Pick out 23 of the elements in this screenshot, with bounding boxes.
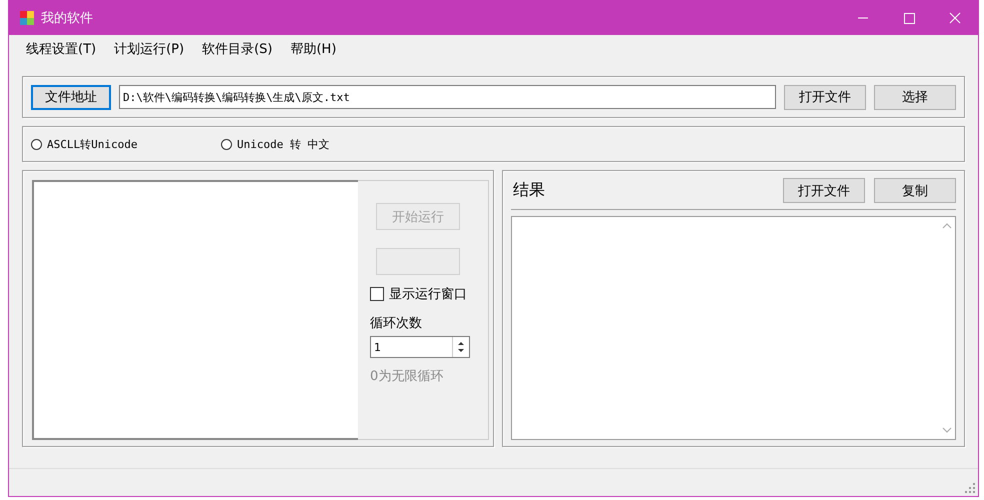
resize-grip-icon[interactable] <box>964 482 976 494</box>
result-action-button[interactable]: 打开文件 <box>783 178 865 203</box>
file-action-button[interactable]: 选择 <box>874 84 956 110</box>
mode-radio[interactable]: Unicode 转 中文 <box>221 136 411 152</box>
path-field[interactable]: D:\软件\编码转换\编码转换\生成\原文.txt <box>119 85 776 109</box>
app-icon <box>19 10 35 26</box>
loop-count-spinner[interactable]: 1 <box>370 336 470 358</box>
scroll-up-icon[interactable] <box>942 222 952 230</box>
file-action-button[interactable]: 打开文件 <box>784 84 866 110</box>
result-title: 结果 <box>512 180 545 201</box>
show-window-checkbox[interactable]: 显示运行窗口 <box>370 285 488 303</box>
menu-item[interactable]: 软件目录(S) <box>193 40 282 58</box>
file-path-button[interactable]: 文件地址 <box>31 84 111 110</box>
window-title: 我的软件 <box>41 10 93 26</box>
loop-hint: 0为无限循环 <box>370 368 444 385</box>
loop-count-label: 循环次数 <box>370 315 423 332</box>
menu-item[interactable]: 线程设置(T) <box>17 40 106 58</box>
input-text-area[interactable] <box>32 180 358 440</box>
scroll-down-icon[interactable] <box>942 426 952 434</box>
menu-item[interactable]: 帮助(H) <box>281 40 346 58</box>
result-action-button[interactable]: 复制 <box>874 178 956 203</box>
mode-radio[interactable]: ASCLL转Unicode <box>31 136 221 152</box>
menu-item[interactable]: 计划运行(P) <box>105 40 194 58</box>
